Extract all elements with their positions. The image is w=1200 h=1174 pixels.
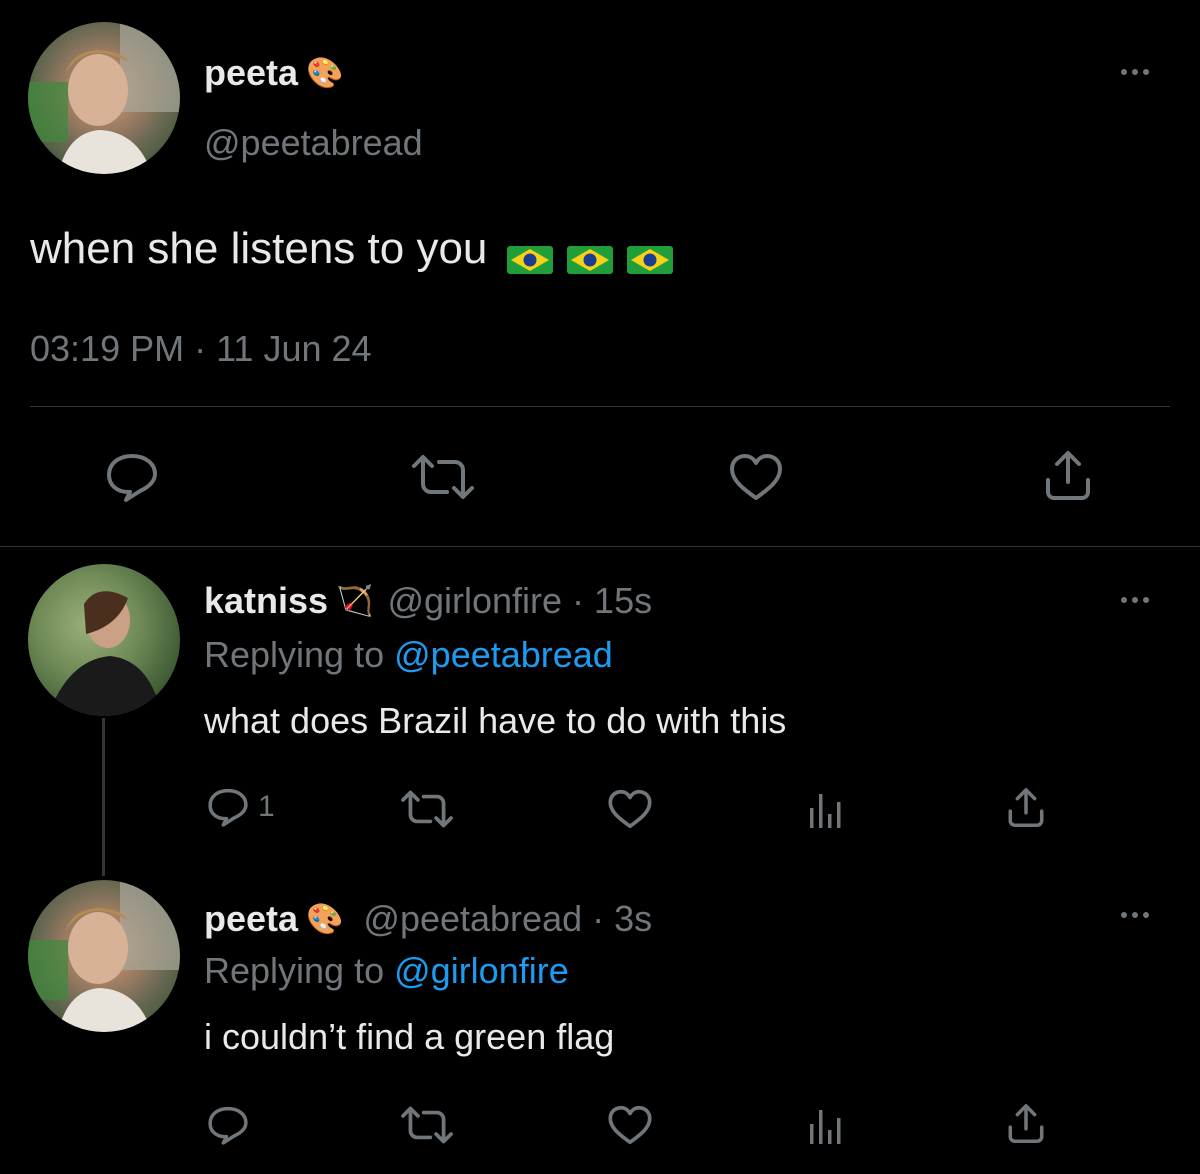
more-options-icon[interactable] (1121, 912, 1149, 918)
post-age[interactable]: 3s (614, 898, 652, 940)
like-icon[interactable] (607, 1104, 653, 1146)
reply-icon[interactable] (104, 450, 160, 504)
views-icon[interactable] (806, 792, 846, 830)
replying-label: Replying to (204, 634, 385, 675)
avatar-katniss[interactable] (28, 564, 180, 716)
retweet-icon[interactable] (398, 1104, 456, 1146)
reply-text: what does Brazil have to do with this (204, 700, 787, 741)
display-name[interactable]: peeta (204, 898, 298, 940)
user-handle[interactable]: @peetabread (363, 898, 582, 940)
share-icon[interactable] (1040, 448, 1096, 504)
reply-icon[interactable] (206, 786, 250, 828)
retweet-icon[interactable] (398, 788, 456, 830)
user-handle[interactable]: @peetabread (204, 122, 423, 164)
tweet-text: when she listens to you (30, 224, 488, 273)
avatar-peeta[interactable] (28, 880, 180, 1032)
mention-link[interactable]: @girlonfire (394, 950, 569, 991)
divider (30, 406, 1170, 407)
flag-brazil-icon (567, 235, 614, 274)
timestamp[interactable]: 03:19 PM · 11 Jun 24 (30, 328, 372, 370)
separator-dot: · (572, 580, 585, 621)
separator-dot: · (592, 898, 605, 939)
reply-text: i couldn’t find a green flag (204, 1016, 615, 1057)
post-age[interactable]: 15s (594, 580, 652, 622)
user-handle[interactable]: @girlonfire (387, 580, 562, 622)
avatar-peeta[interactable] (28, 22, 180, 174)
section-divider (0, 546, 1200, 547)
reply-icon[interactable] (206, 1104, 250, 1146)
palette-emoji-icon: 🎨 (306, 56, 344, 90)
mention-link[interactable]: @peetabread (394, 634, 613, 675)
reply-button[interactable]: 1 (206, 786, 275, 828)
more-options-icon[interactable] (1121, 597, 1149, 603)
share-icon[interactable] (1004, 786, 1048, 830)
reply-count: 1 (258, 790, 275, 823)
like-icon[interactable] (728, 452, 784, 502)
views-icon[interactable] (806, 1108, 846, 1146)
palette-emoji-icon: 🎨 (306, 902, 344, 936)
replying-label: Replying to (204, 950, 385, 991)
more-options-icon[interactable] (1121, 69, 1149, 75)
retweet-icon[interactable] (408, 452, 478, 502)
display-name[interactable]: katniss (204, 580, 328, 622)
share-icon[interactable] (1004, 1102, 1048, 1146)
display-name[interactable]: peeta (204, 52, 298, 94)
flag-brazil-icon (507, 235, 554, 274)
flag-brazil-icon (627, 235, 674, 274)
thread-line (102, 718, 105, 876)
bow-arrow-emoji-icon: 🏹 (336, 584, 374, 618)
like-icon[interactable] (607, 788, 653, 830)
